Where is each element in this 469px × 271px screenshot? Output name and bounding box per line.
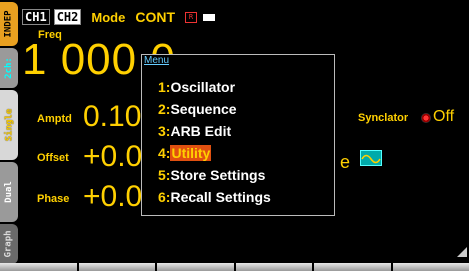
remote-badge-icon: R <box>185 11 197 23</box>
softkey-5[interactable] <box>314 263 391 271</box>
menu-item-store-settings[interactable]: 5:Store Settings <box>158 167 265 183</box>
resize-corner-icon <box>457 247 467 257</box>
tab-2ch[interactable]: 2ch: <box>0 48 18 88</box>
menu-item-label: Utility <box>170 145 212 161</box>
tab-dual[interactable]: Dual <box>0 162 18 222</box>
synclator-radio-icon[interactable] <box>421 113 431 123</box>
menu-item-number: 6: <box>158 189 171 205</box>
side-tab-bar: INDEP 2ch: Single Dual Graph <box>0 0 18 271</box>
waveform-sine-icon[interactable] <box>360 150 382 166</box>
tab-single-label: Single <box>4 108 15 142</box>
softkey-1[interactable] <box>0 263 77 271</box>
menu-item-recall-settings[interactable]: 6:Recall Settings <box>158 189 271 205</box>
status-indicator-icon <box>203 13 215 21</box>
waveform-label-fragment: e <box>340 152 351 172</box>
offset-label: Offset <box>37 152 69 164</box>
menu-item-label: Oscillator <box>170 79 236 95</box>
menu-item-label: Sequence <box>170 101 237 117</box>
tab-indep-label: INDEP <box>4 10 14 38</box>
tab-single[interactable]: Single <box>0 90 18 160</box>
menu-item-label: Store Settings <box>170 167 266 183</box>
menu-item-arb-edit[interactable]: 3:ARB Edit <box>158 123 231 139</box>
menu-item-number: 4: <box>158 145 171 161</box>
softkey-2[interactable] <box>78 263 155 271</box>
synclator-label: Synclator <box>358 112 409 124</box>
menu-title: Menu <box>144 55 170 66</box>
synclator-value[interactable]: Off <box>433 108 454 126</box>
softkey-4[interactable] <box>235 263 312 271</box>
amptd-value[interactable]: 0.10 <box>83 102 141 132</box>
menu-item-utility[interactable]: 4:Utility <box>158 145 212 161</box>
menu-item-number: 3: <box>158 123 171 139</box>
header-bar: CH1 CH2 Mode CONT R <box>22 8 215 26</box>
softkey-6[interactable] <box>392 263 469 271</box>
phase-value[interactable]: +0.0 <box>83 182 142 212</box>
menu-popup: Menu 1:Oscillator 2:Sequence 3:ARB Edit … <box>141 54 335 216</box>
amptd-label: Amptd <box>37 113 72 125</box>
phase-label: Phase <box>37 193 70 205</box>
offset-value[interactable]: +0.0 <box>83 142 142 172</box>
menu-item-number: 5: <box>158 167 171 183</box>
mode-value[interactable]: CONT <box>135 9 175 25</box>
menu-item-number: 1: <box>158 79 171 95</box>
softkey-bar <box>0 263 469 271</box>
menu-item-label: ARB Edit <box>170 123 232 139</box>
ch1-button[interactable]: CH1 <box>22 9 50 25</box>
softkey-3[interactable] <box>157 263 234 271</box>
menu-item-oscillator[interactable]: 1:Oscillator <box>158 79 235 95</box>
tab-dual-label: Dual <box>4 181 14 203</box>
tab-2ch-label: 2ch: <box>4 57 14 79</box>
tab-graph-label: Graph <box>4 230 14 258</box>
menu-item-label: Recall Settings <box>170 189 271 205</box>
tab-graph[interactable]: Graph <box>0 224 18 264</box>
menu-item-sequence[interactable]: 2:Sequence <box>158 101 237 117</box>
menu-item-number: 2: <box>158 101 171 117</box>
mode-label: Mode <box>91 9 126 25</box>
ch2-button[interactable]: CH2 <box>53 9 82 25</box>
tab-indep[interactable]: INDEP <box>0 2 18 46</box>
